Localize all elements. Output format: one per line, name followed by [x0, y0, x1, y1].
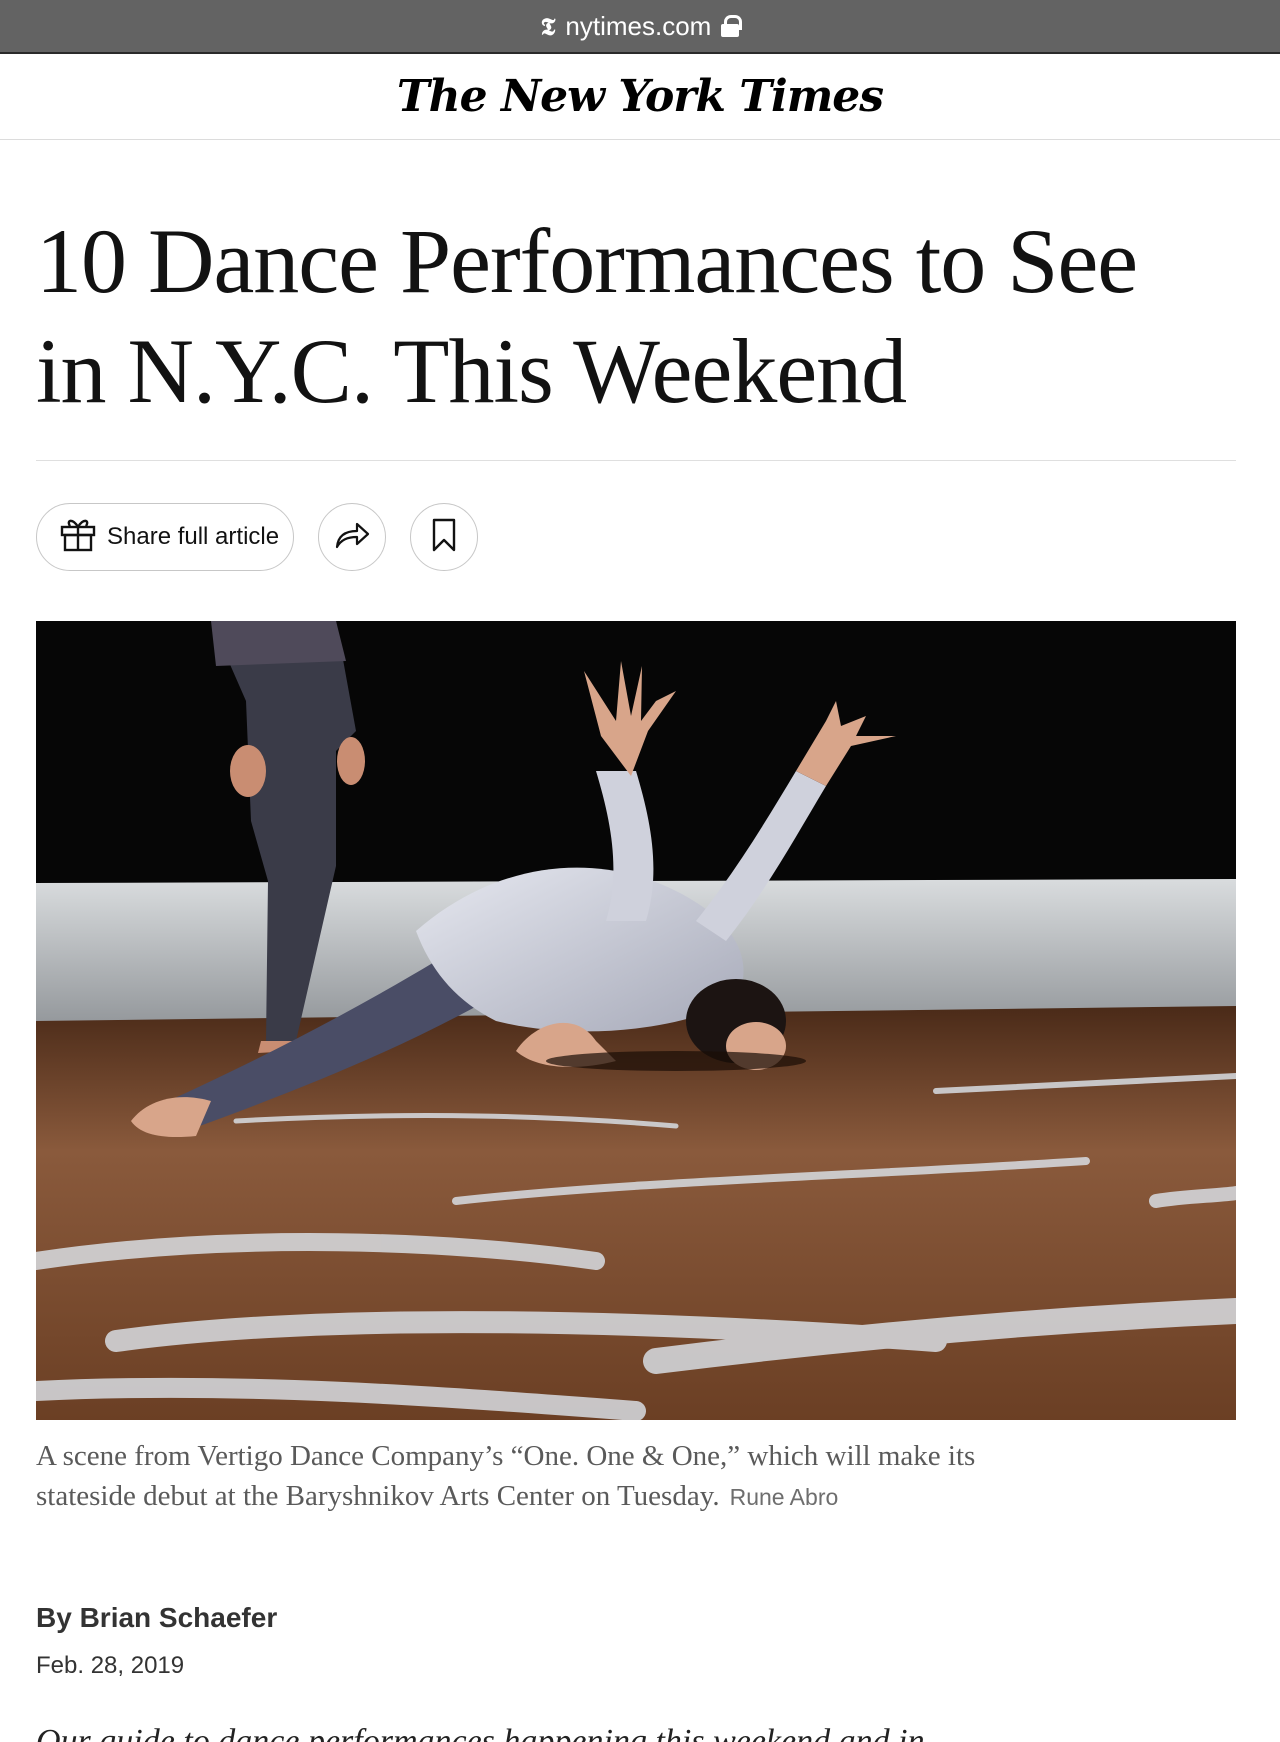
- caption-line-2: stateside debut at the Baryshnikov Arts …: [36, 1480, 720, 1512]
- lock-icon: [721, 15, 743, 37]
- divider: [36, 460, 1236, 461]
- share-arrow-icon: [333, 520, 371, 555]
- lead-photo: [36, 621, 1236, 1420]
- nyt-logo[interactable]: The New York Times: [397, 71, 884, 122]
- save-button[interactable]: [410, 503, 478, 571]
- caption-line-1: A scene from Vertigo Dance Company’s “On…: [36, 1440, 976, 1472]
- publish-date: Feb. 28, 2019: [36, 1652, 185, 1679]
- share-full-article-button[interactable]: Share full article: [36, 503, 294, 571]
- browser-url-bar[interactable]: 𝕿 nytimes.com: [0, 0, 1280, 54]
- byline[interactable]: By Brian Schaefer: [36, 1602, 277, 1634]
- headline-line-2: in N.Y.C. This Weekend: [36, 320, 907, 422]
- bookmark-icon: [431, 518, 457, 557]
- article-body-first-line: Our guide to dance performances happenin…: [36, 1723, 925, 1742]
- url-domain[interactable]: nytimes.com: [565, 11, 711, 42]
- share-full-article-label: Share full article: [107, 523, 280, 550]
- dancer-photo-illustration: [36, 621, 1236, 1420]
- masthead: The New York Times: [0, 54, 1280, 140]
- nyt-t-icon: 𝕿: [540, 11, 556, 41]
- photo-credit: Rune Abro: [729, 1484, 839, 1510]
- share-button[interactable]: [318, 503, 386, 571]
- article-headline: 10 Dance Performances to See in N.Y.C. T…: [36, 206, 1236, 426]
- photo-caption: A scene from Vertigo Dance Company’s “On…: [36, 1436, 1176, 1517]
- headline-line-1: 10 Dance Performances to See: [36, 210, 1138, 312]
- gift-icon: [59, 516, 97, 559]
